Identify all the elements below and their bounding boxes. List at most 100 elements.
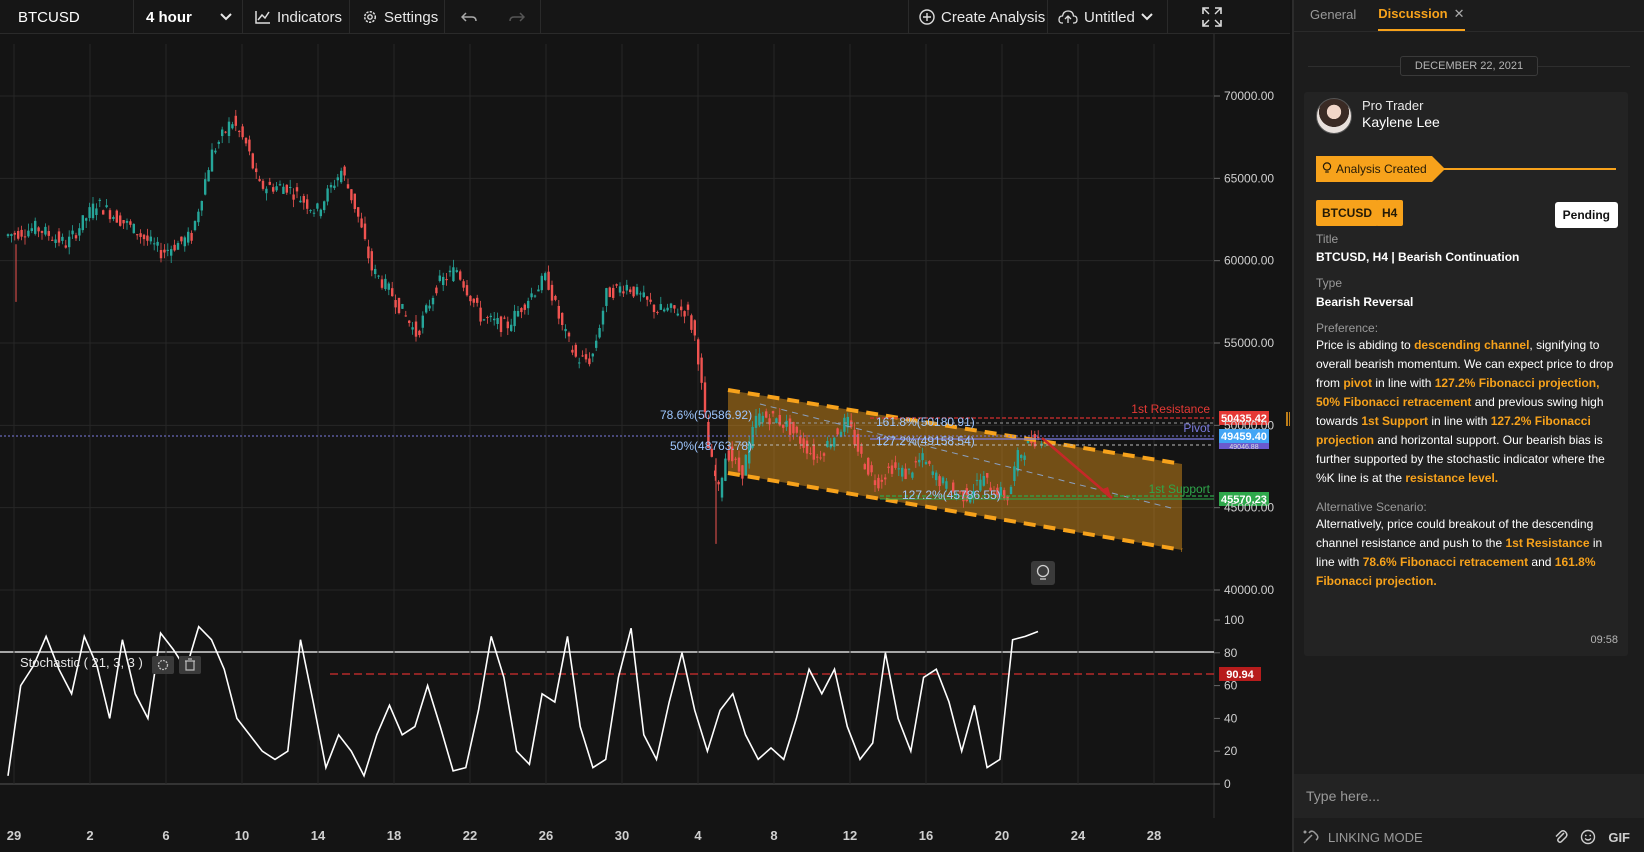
status-banner: Analysis Created: [1316, 156, 1445, 182]
message-input[interactable]: [1306, 788, 1606, 804]
symbol-tag[interactable]: BTCUSD: [1316, 200, 1378, 226]
create-analysis-button[interactable]: Create Analysis: [908, 0, 1048, 34]
chart-line-icon: [255, 10, 271, 24]
avatar[interactable]: [1316, 98, 1352, 134]
title-value: BTCUSD, H4 | Bearish Continuation: [1316, 250, 1520, 264]
svg-text:49459.40: 49459.40: [1221, 431, 1267, 443]
gif-button[interactable]: GIF: [1608, 830, 1630, 845]
price-tick-label: 55000.00: [1224, 336, 1274, 350]
indicator-title: Stochastic ( 21, 3, 3 ): [20, 655, 143, 670]
time-tick-label: 4: [694, 828, 702, 843]
price-tick-label: 50000.00: [1224, 418, 1274, 432]
author-name[interactable]: Kaylene Lee: [1362, 114, 1440, 130]
time-tick-label: 28: [1147, 828, 1161, 843]
close-icon[interactable]: ✕: [1454, 6, 1465, 21]
gear-icon: [362, 9, 378, 25]
alternative-text: Alternatively, price could breakout of t…: [1316, 517, 1603, 588]
support-label: 1st Support: [1149, 482, 1211, 496]
fullscreen-icon: [1202, 7, 1222, 27]
status-divider: [1444, 168, 1616, 170]
interval-label: 4 hour: [146, 8, 192, 26]
pivot-label: Pivot: [1183, 421, 1210, 435]
resistance-label: 1st Resistance: [1131, 402, 1210, 416]
fib-786-label: 78.6%(50586.92): [660, 408, 752, 422]
symbol-selector[interactable]: BTCUSD: [0, 0, 134, 34]
tab-general[interactable]: General: [1310, 7, 1356, 31]
osc-tick-label: 60: [1224, 679, 1238, 693]
time-tick-label: 30: [615, 828, 629, 843]
time-tick-label: 22: [463, 828, 477, 843]
osc-tick-label: 100: [1224, 613, 1244, 627]
indicator-delete-button[interactable]: [179, 656, 201, 674]
lightbulb-icon[interactable]: [1031, 561, 1055, 585]
layout-dropdown[interactable]: Untitled: [1048, 0, 1168, 34]
fib-1272-upper-label: 127.2%(49158.54): [876, 434, 975, 448]
plus-circle-icon: [919, 9, 935, 25]
alternative-label: Alternative Scenario:: [1316, 500, 1427, 514]
osc-tick-label: 80: [1224, 646, 1238, 660]
redo-button[interactable]: [493, 0, 541, 34]
symbol-label: BTCUSD: [18, 8, 80, 26]
time-tick-label: 6: [162, 828, 169, 843]
interval-dropdown[interactable]: 4 hour: [134, 0, 243, 34]
price-tick-label: 65000.00: [1224, 171, 1274, 185]
time-tick-label: 16: [919, 828, 933, 843]
price-tick-label: 40000.00: [1224, 583, 1274, 597]
osc-tick-label: 40: [1224, 711, 1238, 725]
linking-mode-icon[interactable]: [1302, 829, 1320, 845]
timeframe-tag[interactable]: H4: [1376, 200, 1404, 226]
preference-text: Price is abiding to descending channel, …: [1316, 338, 1614, 485]
osc-tick-label: 20: [1224, 744, 1238, 758]
status-label: Analysis Created: [1336, 162, 1427, 176]
undo-icon: [461, 11, 477, 23]
settings-button[interactable]: Settings: [350, 0, 445, 34]
time-tick-label: 14: [311, 828, 326, 843]
price-tick-label: 60000.00: [1224, 254, 1274, 268]
time-tick-label: 26: [539, 828, 553, 843]
title-label: Title: [1316, 232, 1339, 246]
lightbulb-icon: [1322, 161, 1332, 177]
time-tick-label: 18: [387, 828, 401, 843]
fib-50-label: 50%(48763.78): [670, 439, 752, 453]
time-tick-label: 24: [1071, 828, 1086, 843]
chevron-down-icon: [220, 13, 232, 21]
time-tick-label: 2: [86, 828, 93, 843]
time-tick-label: 29: [7, 828, 21, 843]
time-tick-label: 12: [843, 828, 857, 843]
time-tick-label: 8: [770, 828, 777, 843]
indicator-settings-button[interactable]: [152, 656, 174, 674]
author-role: Pro Trader: [1362, 98, 1424, 113]
chart-canvas[interactable]: 1st Resistance Pivot 1st Support 78.6%(5…: [0, 34, 1290, 852]
cloud-upload-icon: [1058, 10, 1078, 24]
tab-discussion[interactable]: Discussion ✕: [1378, 6, 1465, 31]
fib-1618-label: 161.8%(50180.91): [876, 415, 975, 429]
price-tick-label: 45000.00: [1224, 501, 1274, 515]
chevron-down-icon: [1141, 13, 1153, 21]
message-composer: [1294, 774, 1644, 818]
analysis-message-card: Pro Trader Kaylene Lee Analysis Created …: [1304, 92, 1628, 656]
chart-toolbar: BTCUSD 4 hour Indicators Settings Create…: [0, 0, 1290, 34]
price-chart[interactable]: 1st Resistance Pivot 1st Support 78.6%(5…: [0, 34, 1290, 852]
fib-1272-lower-label: 127.2%(45786.55): [902, 488, 1001, 502]
indicators-button[interactable]: Indicators: [243, 0, 350, 34]
attachment-icon[interactable]: [1554, 829, 1568, 845]
price-tick-label: 70000.00: [1224, 89, 1274, 103]
date-separator: DECEMBER 22, 2021: [1308, 56, 1630, 76]
settings-label: Settings: [384, 8, 439, 26]
time-tick-label: 10: [235, 828, 249, 843]
undo-button[interactable]: [445, 0, 493, 34]
preference-label: Preference:: [1316, 321, 1379, 335]
linking-mode-label[interactable]: LINKING MODE: [1328, 830, 1423, 845]
osc-tick-label: 0: [1224, 777, 1231, 791]
type-value: Bearish Reversal: [1316, 295, 1414, 309]
svg-text:49046.88: 49046.88: [1229, 444, 1258, 451]
type-label: Type: [1316, 276, 1343, 290]
tab-discussion-label: Discussion: [1378, 6, 1448, 21]
create-analysis-label: Create Analysis: [941, 8, 1046, 26]
analysis-panel: General Discussion ✕ DECEMBER 22, 2021 Pr…: [1292, 0, 1644, 852]
time-tick-label: 20: [995, 828, 1009, 843]
emoji-icon[interactable]: [1580, 829, 1596, 845]
pending-button[interactable]: Pending: [1554, 202, 1618, 228]
fullscreen-button[interactable]: [1168, 0, 1256, 34]
panel-tabs: General Discussion ✕: [1294, 0, 1644, 32]
